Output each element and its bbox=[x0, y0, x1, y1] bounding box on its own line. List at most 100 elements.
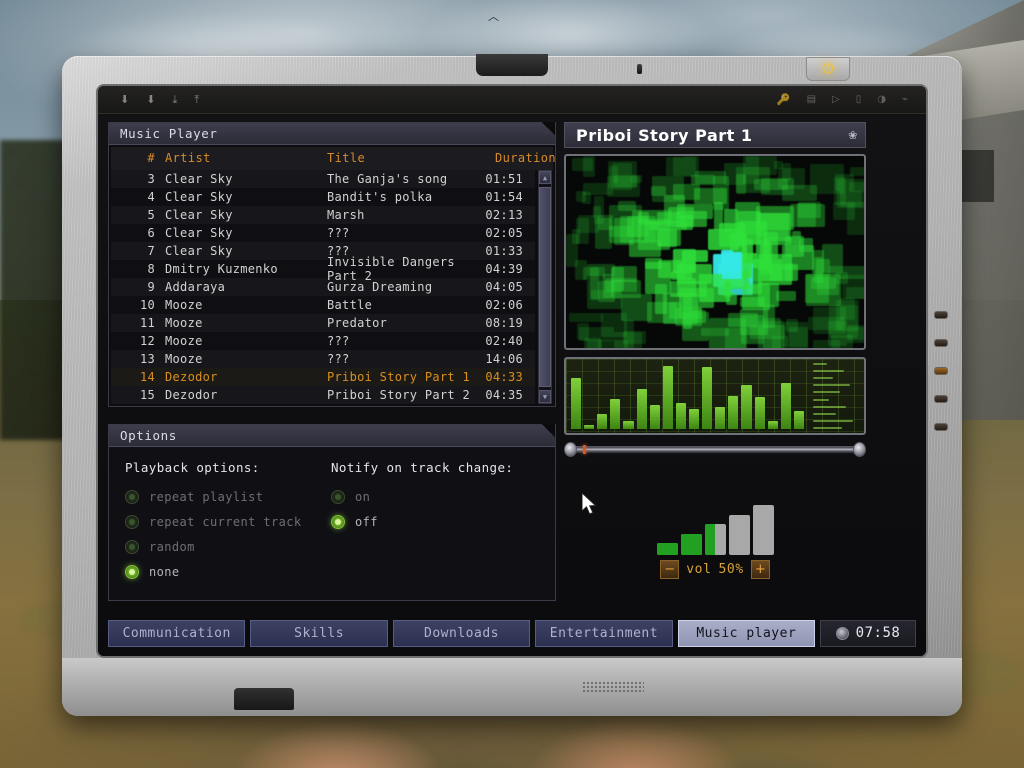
spectrum-bar bbox=[675, 402, 686, 429]
row-duration: 02:40 bbox=[485, 334, 523, 348]
power-icon: ⏻ bbox=[822, 61, 834, 77]
volume-buttons-row: − vol 50% + bbox=[660, 560, 770, 579]
spectrum-bar bbox=[688, 409, 700, 429]
playback-option[interactable]: repeat playlist bbox=[125, 484, 331, 509]
left-column: Music Player # Artist Title Duration 3 Cl… bbox=[108, 122, 556, 601]
table-row[interactable]: 6 Clear Sky??? 02:05 bbox=[111, 224, 535, 242]
radio-icon[interactable] bbox=[331, 489, 345, 504]
power-button[interactable]: ⏻ bbox=[806, 57, 850, 81]
volume-bar[interactable] bbox=[680, 533, 702, 555]
spectrum-bar bbox=[597, 414, 608, 429]
arrow-down-bar-icon[interactable]: ⤓ bbox=[172, 94, 177, 105]
table-row[interactable]: 12 Mooze??? 02:40 bbox=[111, 332, 535, 350]
device-icon[interactable]: ▯ bbox=[856, 94, 862, 105]
bird-icon: ︿ bbox=[488, 10, 499, 23]
spectrum-bar bbox=[715, 407, 726, 429]
volume-bar[interactable] bbox=[704, 524, 726, 555]
playlist-body: # Artist Title Duration 3 Clear Sky The Ga… bbox=[109, 145, 556, 406]
row-artist: Dezodor bbox=[165, 370, 218, 384]
spectrum-bar bbox=[780, 382, 791, 429]
table-row[interactable]: 4 Clear Sky Bandit's polka 01:54 bbox=[111, 188, 535, 206]
radio-icon[interactable] bbox=[125, 564, 139, 579]
row-num: 15 bbox=[139, 388, 155, 402]
scroll-down-arrow-icon[interactable]: ▼ bbox=[539, 390, 551, 403]
seek-cap-left bbox=[564, 442, 577, 457]
table-row[interactable]: 14 Dezodor Priboi Story Part 1 04:33 bbox=[111, 368, 535, 386]
seek-bar[interactable] bbox=[564, 442, 866, 457]
volume-bar[interactable] bbox=[728, 514, 750, 555]
spectrum-bar bbox=[728, 396, 739, 429]
volume-up-button[interactable]: + bbox=[750, 560, 770, 579]
row-duration: 04:35 bbox=[485, 388, 523, 402]
tab-skills[interactable]: Skills bbox=[250, 619, 388, 647]
options-body: Playback options: repeat playlist repeat … bbox=[109, 447, 555, 600]
pin-icon[interactable]: ⌁ bbox=[902, 94, 908, 105]
tab-entertainment[interactable]: Entertainment bbox=[535, 619, 673, 647]
volume-level-bars[interactable] bbox=[656, 503, 774, 555]
row-artist: Clear Sky bbox=[165, 226, 233, 240]
row-title: Marsh bbox=[327, 208, 365, 222]
arrow-down-icon[interactable]: ⬇ bbox=[120, 94, 129, 105]
table-row[interactable]: 9 Addaraya Gurza Dreaming 04:05 bbox=[111, 278, 535, 296]
seek-playhead[interactable] bbox=[582, 445, 586, 454]
notify-options-group: Notify on track change: on off bbox=[331, 460, 539, 584]
radio-icon[interactable] bbox=[125, 539, 139, 554]
notify-option[interactable]: on bbox=[331, 484, 539, 509]
playback-option[interactable]: random bbox=[125, 534, 331, 559]
row-num: 9 bbox=[147, 280, 155, 294]
notify-option[interactable]: off bbox=[331, 509, 539, 534]
volume-label: vol bbox=[686, 562, 712, 577]
mouse-cursor bbox=[582, 493, 597, 515]
table-row[interactable]: 8 Dmitry Kuzmenko Invisible Dangers Part 2… bbox=[111, 255, 535, 283]
pda-laptop-device: ⏻ ⬇ ⬇ ⤓ ⤒ 🔑 ▤ ▷ ▯ ◑ ⌁ Music Player # Art… bbox=[62, 54, 962, 716]
album-visualizer bbox=[564, 154, 866, 350]
radio-icon[interactable] bbox=[331, 514, 345, 529]
window-icon[interactable]: ▤ bbox=[807, 94, 816, 105]
play-icon[interactable]: ▷ bbox=[832, 94, 840, 105]
scroll-up-arrow-icon[interactable]: ▲ bbox=[539, 171, 551, 184]
table-row[interactable]: 13 Mooze??? 14:06 bbox=[111, 350, 535, 368]
volume-bar-fill bbox=[704, 524, 715, 555]
volume-bar[interactable] bbox=[752, 505, 774, 555]
table-row[interactable]: 11 Mooze Predator 08:19 bbox=[111, 314, 535, 332]
spectrum-readout-line bbox=[813, 391, 840, 394]
row-duration: 02:13 bbox=[485, 208, 523, 222]
key-icon[interactable]: 🔑 bbox=[777, 94, 791, 105]
spectrum-bar bbox=[754, 397, 765, 429]
row-artist: Mooze bbox=[165, 334, 203, 348]
visualizer-blocks bbox=[566, 156, 864, 348]
playback-option[interactable]: repeat current track bbox=[125, 509, 331, 534]
sound-icon[interactable]: ◑ bbox=[877, 94, 886, 105]
tab-downloads[interactable]: Downloads bbox=[392, 619, 531, 647]
table-row[interactable]: 15 Dezodor Priboi Story Part 2 04:35 bbox=[111, 386, 535, 404]
radio-icon[interactable] bbox=[125, 514, 139, 529]
status-led-strip bbox=[934, 311, 952, 431]
spectrum-bar bbox=[741, 384, 752, 429]
scrollbar-thumb[interactable] bbox=[539, 187, 551, 387]
playback-option[interactable]: none bbox=[125, 559, 331, 584]
tab-music-player[interactable]: Music player bbox=[677, 619, 816, 647]
volume-bar[interactable] bbox=[656, 543, 678, 555]
tab-communication[interactable]: Communication bbox=[108, 619, 246, 647]
table-row[interactable]: 10 Mooze Battle 02:06 bbox=[111, 296, 535, 314]
laptop-foot bbox=[234, 688, 294, 710]
playlist-scrollbar[interactable]: ▲ ▼ bbox=[538, 170, 552, 404]
row-duration: 02:06 bbox=[485, 298, 523, 312]
row-duration: 04:39 bbox=[485, 262, 523, 276]
volume-value: 50% bbox=[718, 562, 744, 577]
arrow-down-line-icon[interactable]: ⤒ bbox=[194, 94, 199, 105]
spectrum-readout-line bbox=[813, 377, 834, 380]
volume-down-button[interactable]: − bbox=[660, 560, 680, 579]
seek-track[interactable] bbox=[574, 445, 856, 454]
scrollbar-track[interactable] bbox=[539, 184, 551, 390]
playlist-track-list: 3 Clear Sky The Ganja's song 01:51 4 Clear Sk… bbox=[111, 170, 535, 404]
table-row[interactable]: 5 Clear Sky Marsh 02:13 bbox=[111, 206, 535, 224]
arrow-down-thin-icon[interactable]: ⬇ bbox=[146, 94, 155, 105]
tab-bar: Communication Skills Downloads Entertainmen… bbox=[108, 618, 916, 648]
row-title: ??? bbox=[327, 334, 350, 348]
radio-icon[interactable] bbox=[125, 489, 139, 504]
row-artist: Clear Sky bbox=[165, 208, 233, 222]
table-row[interactable]: 3 Clear Sky The Ganja's song 01:51 bbox=[111, 170, 535, 188]
row-num: 8 bbox=[147, 262, 155, 276]
spectrum-bar bbox=[649, 405, 660, 429]
